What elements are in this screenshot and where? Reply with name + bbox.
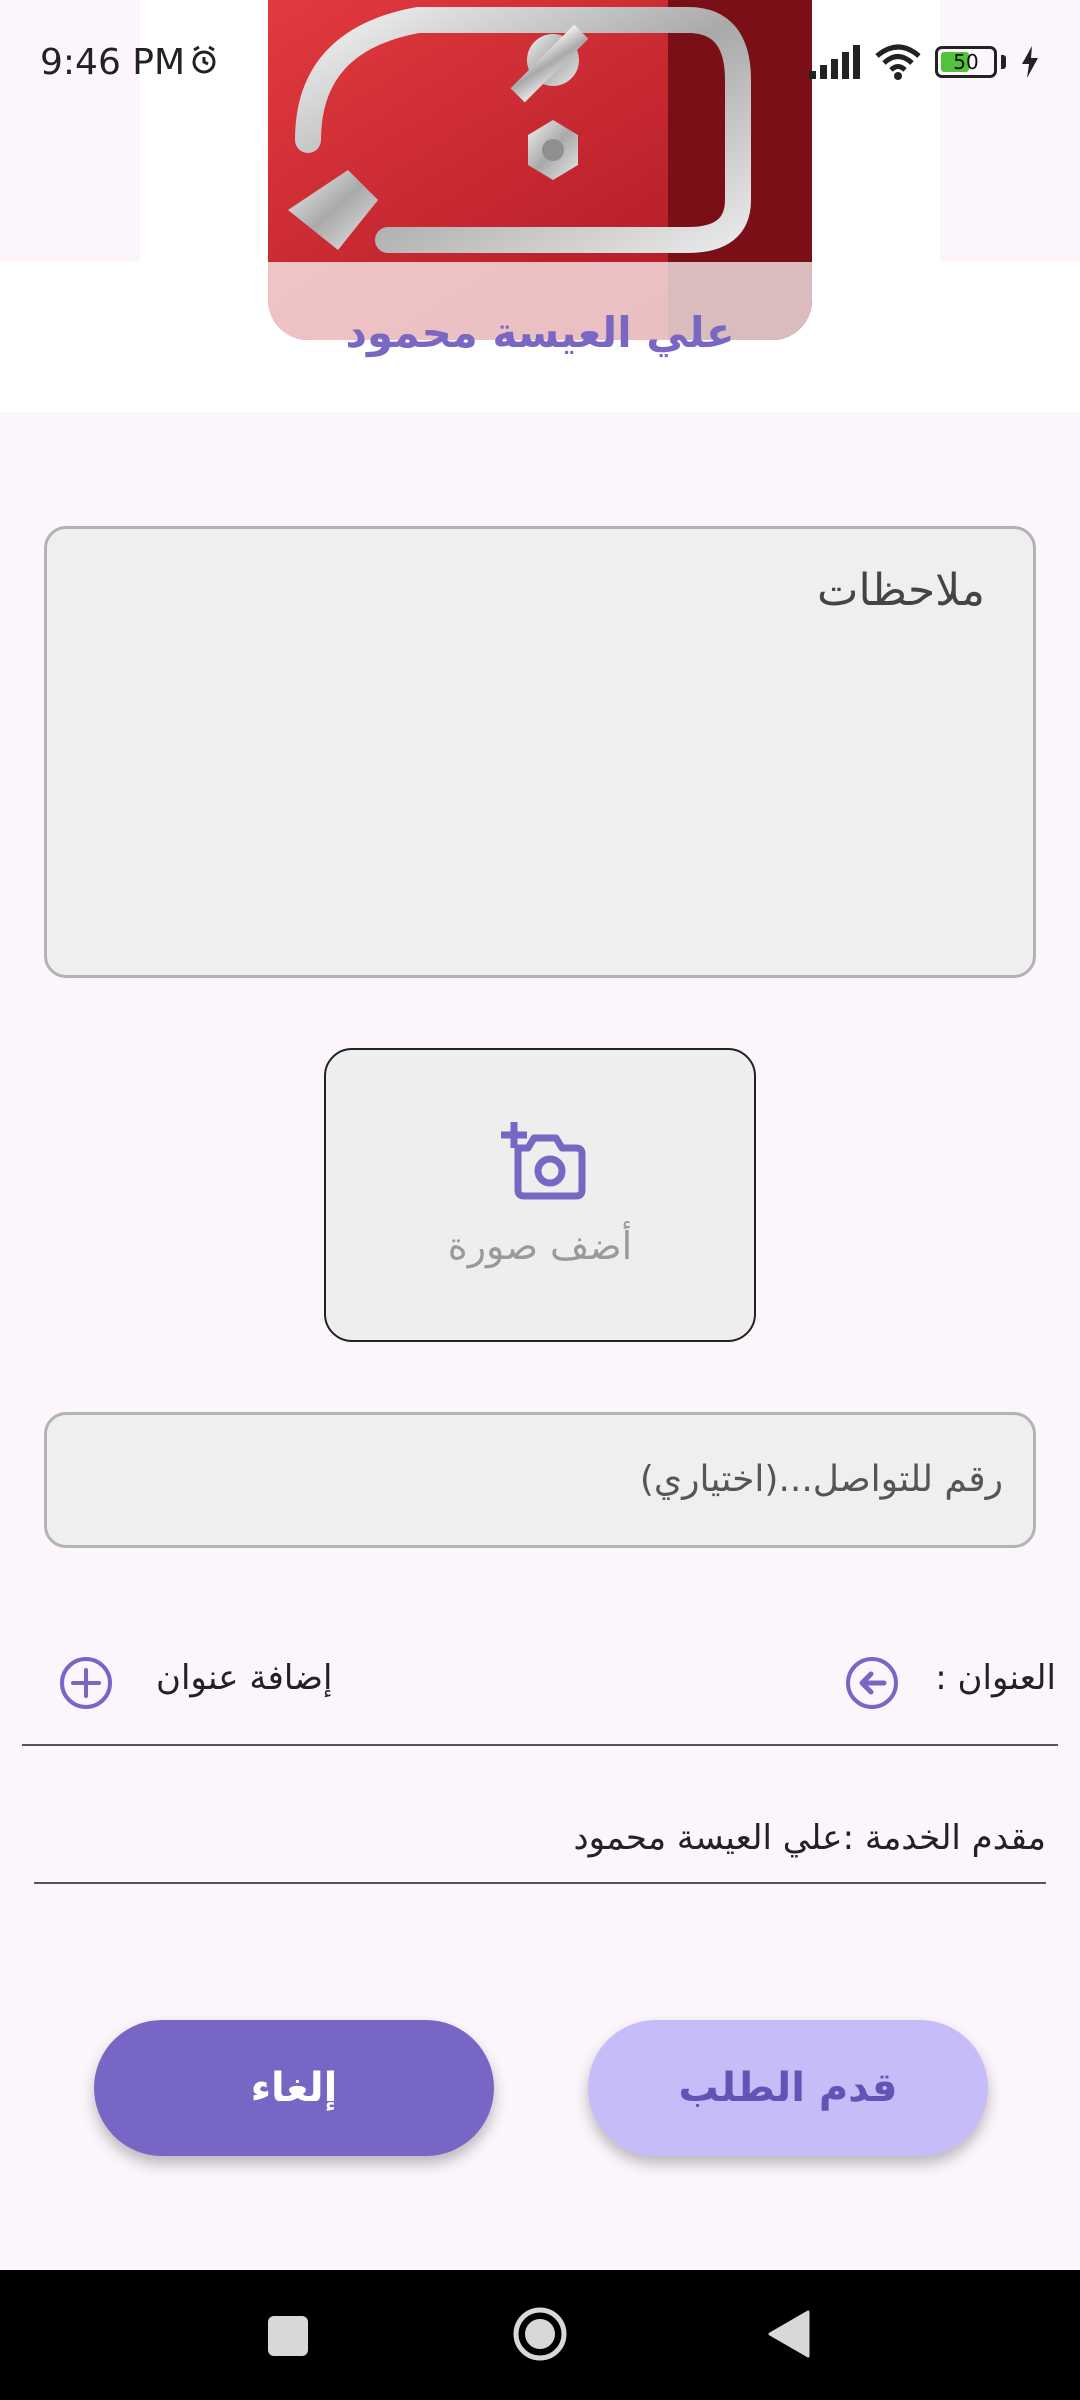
notes-textarea[interactable]: ملاحظات (44, 526, 1036, 978)
charging-icon (1022, 46, 1038, 78)
add-photo-button[interactable]: أضف صورة (324, 1048, 756, 1342)
provider-divider (34, 1882, 1046, 1884)
wifi-icon (875, 44, 921, 80)
phone-placeholder: رقم للتواصل...(اختياري) (639, 1459, 1003, 1500)
back-icon[interactable] (768, 2310, 810, 2358)
status-time: 9:46 PM (40, 42, 186, 83)
address-label: العنوان : (935, 1658, 1056, 1698)
address-divider (22, 1744, 1058, 1746)
cancel-button[interactable]: إلغاء (94, 2020, 494, 2156)
add-photo-icon (501, 1122, 586, 1200)
battery-tip (1001, 55, 1006, 69)
add-address-icon[interactable] (58, 1655, 114, 1711)
navigation-bar (0, 2270, 1080, 2400)
submit-request-button[interactable]: قدم الطلب (588, 2020, 988, 2156)
alarm-icon (192, 45, 216, 74)
notes-placeholder: ملاحظات (817, 565, 985, 616)
contact-phone-input[interactable]: رقم للتواصل...(اختياري) (44, 1412, 1036, 1548)
home-icon[interactable] (512, 2306, 568, 2362)
provider-name-title: علي العيسة محمود (345, 308, 735, 357)
status-icons: 50 (809, 44, 1040, 80)
status-bar: 9:46 PM 50 (0, 0, 1080, 130)
battery-icon: 50 (935, 46, 997, 78)
add-address-label[interactable]: إضافة عنوان (156, 1658, 333, 1698)
service-provider-text: مقدم الخدمة :علي العيسة محمود (573, 1818, 1046, 1858)
signal-icon (809, 45, 860, 79)
address-select-icon[interactable] (844, 1655, 900, 1711)
battery-level: 50 (953, 50, 979, 74)
add-photo-label: أضف صورة (447, 1224, 633, 1268)
recents-icon[interactable] (268, 2316, 308, 2356)
